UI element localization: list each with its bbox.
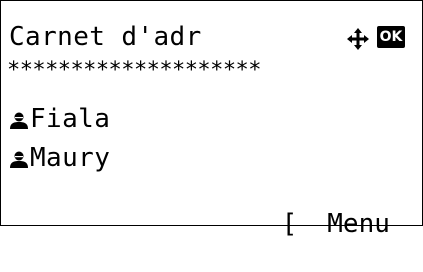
- person-icon: [9, 151, 29, 169]
- softkey-bracket-open: [: [282, 208, 298, 240]
- softkey-label: Menu: [327, 208, 390, 240]
- list-item-label: Fiala: [30, 103, 110, 135]
- lcd-screen: Carnet d'adr OK ******************** Fia…: [0, 0, 423, 226]
- menu-softkey[interactable]: [Menu]: [219, 176, 423, 272]
- list-item[interactable]: Fiala: [9, 103, 309, 135]
- title-separator: ********************: [7, 59, 419, 83]
- four-way-arrow-icon: [346, 27, 370, 51]
- person-icon: [9, 112, 29, 130]
- screen-title: Carnet d'adr: [9, 22, 202, 52]
- list-item-label: Maury: [30, 142, 110, 174]
- list-item[interactable]: Maury: [9, 142, 309, 174]
- ok-key-icon: OK: [377, 26, 405, 48]
